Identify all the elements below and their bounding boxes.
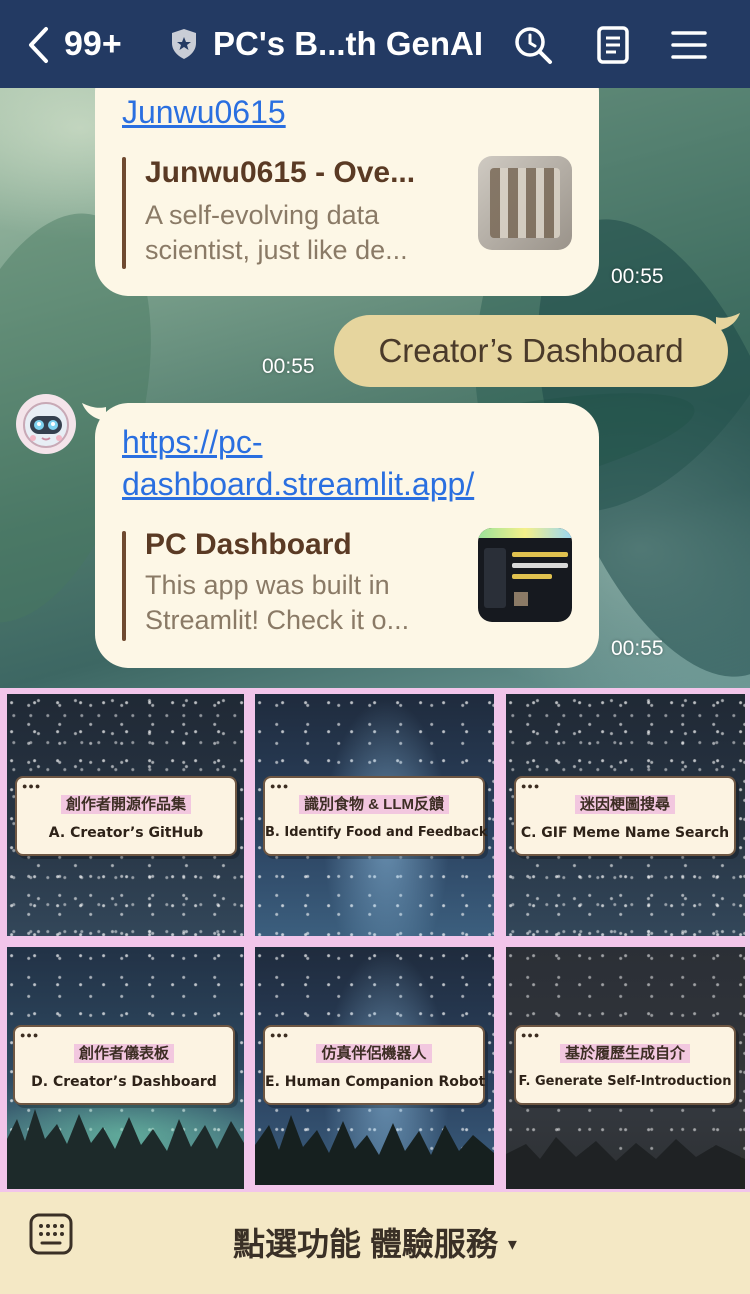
menu-tile-card: ●●● 仿真伴侶機器人 E. Human Companion Robot (263, 1025, 485, 1105)
rich-menu-label: 點選功能 體驗服務 (233, 1226, 498, 1262)
link-preview-thumbnail (478, 156, 572, 250)
chat-title[interactable]: PC's B...th GenAI (213, 22, 483, 66)
chevron-left-icon (29, 27, 48, 63)
thumbnail-image (514, 592, 528, 606)
window-dots-icon: ●●● (270, 781, 290, 791)
rich-menu-toggle[interactable]: 點選功能 體驗服務 ▾ (0, 1192, 750, 1292)
outgoing-message-text: Creator’s Dashboard (378, 332, 684, 369)
menu-tile-a[interactable]: ●●● 創作者開源作品集 A. Creator’s GitHub (7, 694, 244, 936)
rich-menu: ●●● 創作者開源作品集 A. Creator’s GitHub ●●● 識別食… (0, 688, 750, 1192)
link-preview-title: PC Dashboard (145, 528, 352, 561)
link-preview-desc: scientist, just like de... (145, 235, 408, 265)
search-icon[interactable] (512, 24, 554, 66)
menu-tile-b[interactable]: ●●● 識別食物 & LLM反饋 B. Identify Food and Fe… (255, 694, 494, 936)
outgoing-message[interactable]: Creator’s Dashboard (334, 315, 728, 387)
robot-face-icon (23, 402, 69, 448)
menu-tile-title-en: C. GIF Meme Name Search (520, 825, 730, 841)
menu-tile-c[interactable]: ●●● 迷因梗圖搜尋 C. GIF Meme Name Search (506, 694, 745, 936)
menu-tile-title-zh: 識別食物 & LLM反饋 (265, 794, 483, 816)
message-bubble-github[interactable]: Junwu0615 Junwu0615 - Ove... A self-evol… (95, 88, 599, 296)
menu-tile-title-zh-text: 基於履歷生成自介 (559, 1044, 690, 1063)
link-preview-desc: This app was built in (145, 570, 390, 600)
thumbnail-text-line (512, 552, 568, 557)
menu-tile-d[interactable]: ●●● 創作者儀表板 D. Creator’s Dashboard (7, 947, 244, 1189)
menu-tile-card: ●●● 創作者儀表板 D. Creator’s Dashboard (13, 1025, 235, 1105)
link-preview-bar (122, 157, 126, 269)
thumbnail-art (490, 168, 560, 238)
menu-tile-title-zh: 迷因梗圖搜尋 (516, 794, 734, 816)
menu-tile-title-zh: 基於履歷生成自介 (516, 1043, 734, 1065)
menu-tile-title-zh-text: 創作者儀表板 (73, 1044, 174, 1063)
message-time: 00:55 (611, 265, 664, 288)
window-dots-icon: ●●● (521, 781, 541, 791)
thumbnail-sidebar (484, 548, 506, 608)
thumbnail-text-line (512, 574, 552, 579)
chat-area[interactable]: Junwu0615 Junwu0615 - Ove... A self-evol… (0, 88, 750, 688)
menu-tile-title-zh: 創作者儀表板 (15, 1043, 233, 1065)
menu-tile-title-en: B. Identify Food and Feedback (265, 825, 488, 840)
message-time: 00:55 (262, 355, 315, 378)
menu-tile-title-zh: 創作者開源作品集 (17, 794, 235, 816)
menu-tile-card: ●●● 識別食物 & LLM反饋 B. Identify Food and Fe… (263, 776, 488, 856)
menu-tile-title-en: F. Generate Self-Introduction (518, 1074, 732, 1089)
bot-avatar[interactable] (16, 394, 76, 454)
menu-tile-f[interactable]: ●●● 基於履歷生成自介 F. Generate Self-Introducti… (506, 947, 745, 1189)
tree-silhouette (7, 1109, 244, 1189)
menu-tile-title-zh: 仿真伴侶機器人 (265, 1043, 483, 1065)
tree-silhouette (255, 1115, 494, 1185)
menu-tile-title-zh-text: 識別食物 & LLM反饋 (299, 795, 449, 814)
chat-header: 99+ PC's B...th GenAI (0, 0, 750, 88)
link-preview-title: Junwu0615 - Ove... (145, 156, 416, 189)
thumbnail-text-line (512, 563, 568, 568)
menu-tile-title-zh-text: 迷因梗圖搜尋 (574, 795, 675, 814)
message-link[interactable]: dashboard.streamlit.app/ (122, 463, 474, 505)
menu-tile-title-en: E. Human Companion Robot (265, 1074, 486, 1090)
thumbnail-topbar (478, 528, 572, 538)
window-dots-icon: ●●● (20, 1030, 40, 1040)
message-link[interactable]: https://pc- (122, 421, 263, 463)
message-bubble-dashboard[interactable]: https://pc- dashboard.streamlit.app/ PC … (95, 403, 599, 668)
menu-tile-title-zh-text: 仿真伴侶機器人 (316, 1044, 432, 1063)
menu-tile-title-en: D. Creator’s Dashboard (31, 1074, 217, 1090)
shield-star-icon (170, 28, 198, 65)
message-link[interactable]: Junwu0615 (122, 91, 286, 133)
menu-icon[interactable] (668, 24, 710, 66)
back-button[interactable] (26, 24, 50, 66)
tree-silhouette (506, 1137, 745, 1189)
menu-tile-title-zh-text: 創作者開源作品集 (60, 795, 191, 814)
rich-menu-bar[interactable]: 點選功能 體驗服務 ▾ (0, 1192, 750, 1294)
link-preview-desc: Streamlit! Check it o... (145, 605, 410, 635)
caret-down-icon: ▾ (507, 1233, 517, 1254)
menu-tile-title-en: A. Creator’s GitHub (48, 825, 204, 841)
menu-tile-card: ●●● 迷因梗圖搜尋 C. GIF Meme Name Search (514, 776, 736, 856)
link-preview-desc: A self-evolving data (145, 200, 380, 230)
menu-tile-card: ●●● 基於履歷生成自介 F. Generate Self-Introducti… (514, 1025, 736, 1105)
link-preview-thumbnail (478, 528, 572, 622)
menu-tile-e[interactable]: ●●● 仿真伴侶機器人 E. Human Companion Robot (255, 947, 494, 1185)
window-dots-icon: ●●● (22, 781, 42, 791)
unread-count[interactable]: 99+ (64, 22, 122, 66)
window-dots-icon: ●●● (521, 1030, 541, 1040)
menu-tile-card: ●●● 創作者開源作品集 A. Creator’s GitHub (15, 776, 237, 856)
link-preview-bar (122, 531, 126, 641)
message-time: 00:55 (611, 637, 664, 660)
notes-icon[interactable] (592, 24, 634, 66)
window-dots-icon: ●●● (270, 1030, 290, 1040)
